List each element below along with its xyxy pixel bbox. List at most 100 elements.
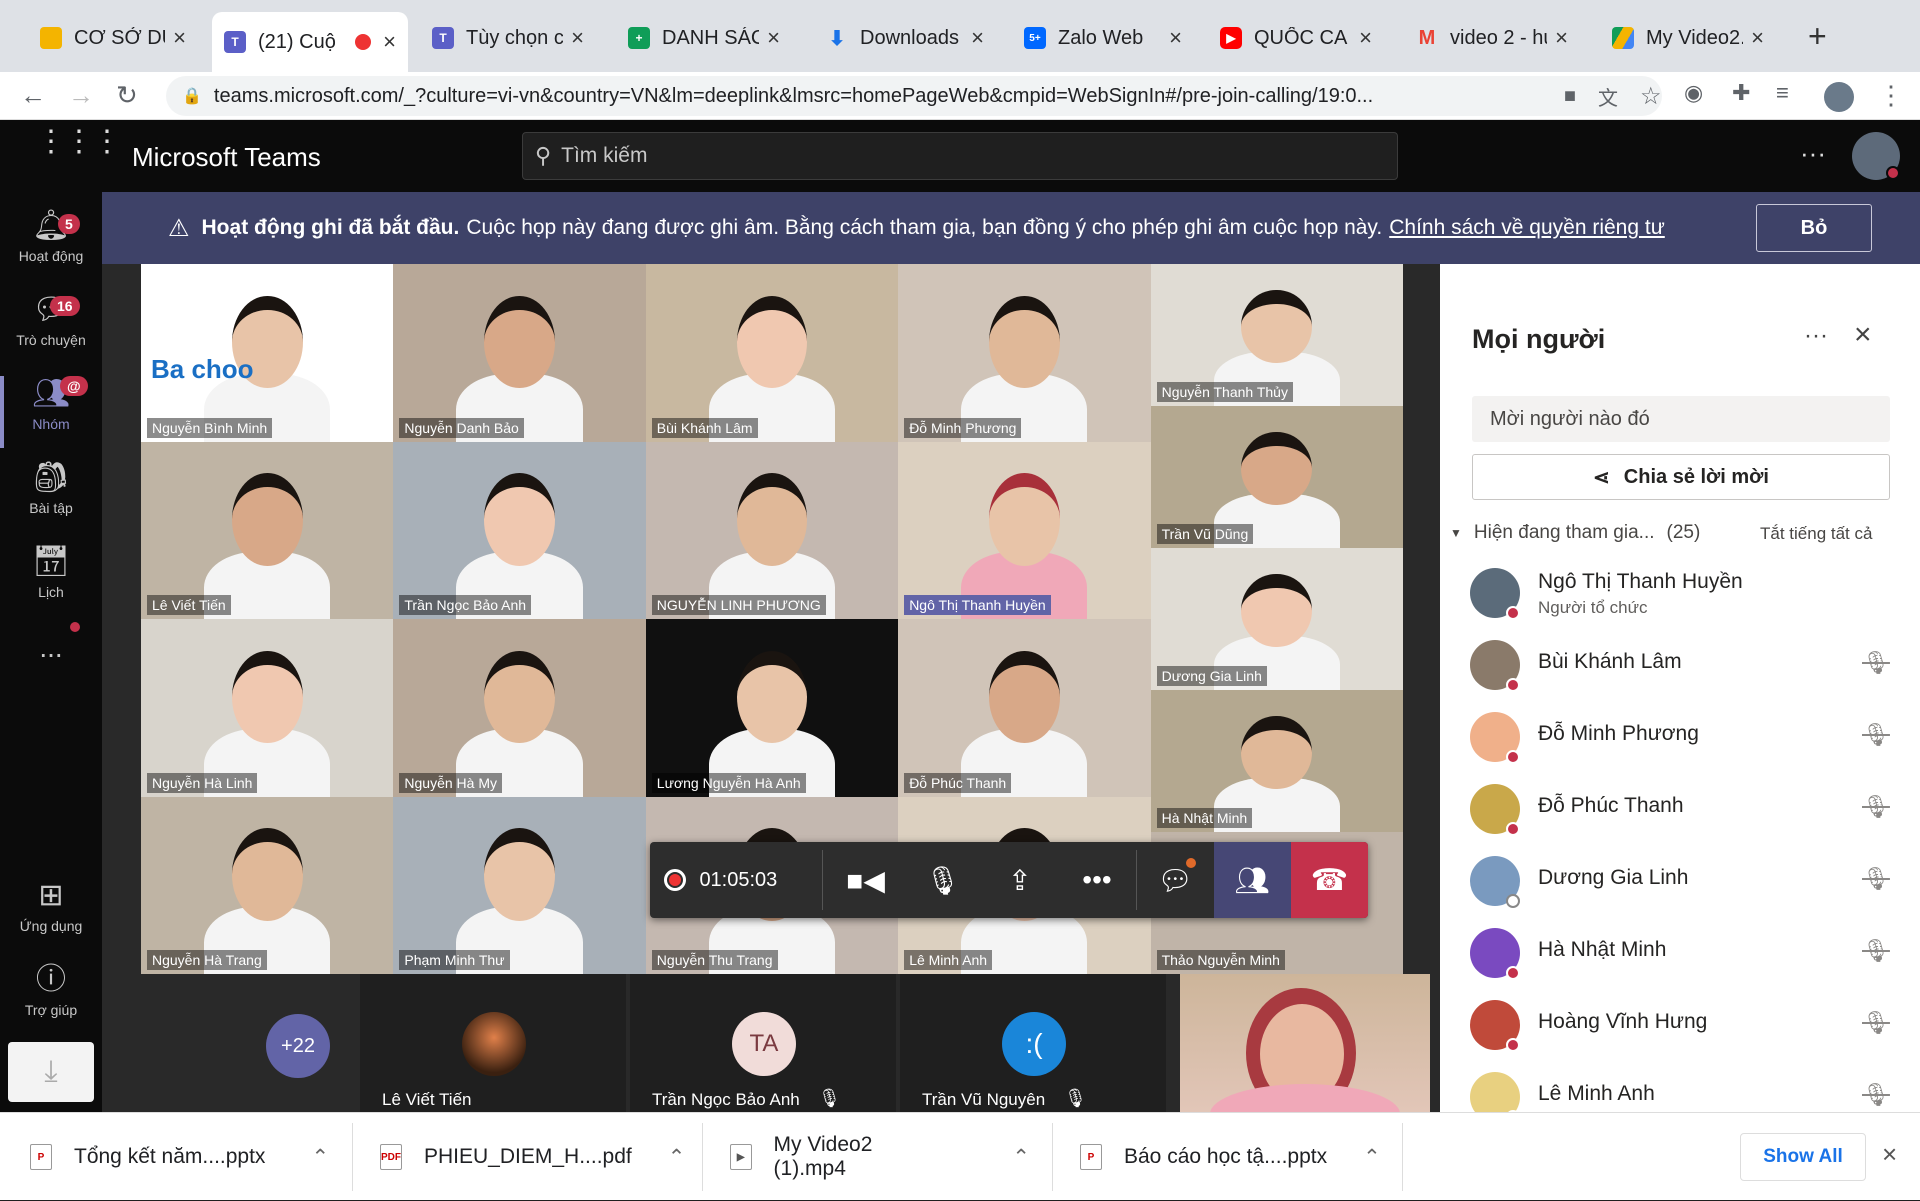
camera-icon[interactable]: ■ [1564,85,1576,108]
chevron-up-icon[interactable]: ⌃ [668,1145,686,1170]
reload-icon[interactable]: ↻ [116,80,138,111]
dismiss-button[interactable]: Bỏ [1756,204,1872,252]
close-icon[interactable]: × [971,25,984,51]
video-tile[interactable]: NGUYỄN LINH PHƯƠNG [645,441,899,619]
video-tile[interactable]: Phạm Minh Thư [393,796,646,974]
download-item[interactable]: ▶ My Video2 (1).mp4 ⌃ [730,1113,1030,1201]
search-input[interactable]: ⚲ Tìm kiếm [522,132,1398,180]
rail-teams[interactable]: 👥︎ Nhóm @ [0,376,102,448]
video-tile[interactable]: Hà Nhật Minh [1150,690,1403,832]
mic-off-icon[interactable]: 🎙︎ [1862,866,1890,892]
close-icon[interactable]: × [1359,25,1372,51]
download-item[interactable]: P Báo cáo học tậ....pptx ⌃ [1080,1113,1400,1201]
mic-off-icon[interactable]: 🎙︎ [1862,722,1890,748]
show-all-button[interactable]: Show All [1740,1133,1866,1181]
bookmark-star-icon[interactable]: ☆ [1640,82,1662,111]
video-tile[interactable]: Trần Vũ Dũng [1150,406,1403,548]
mute-all-link[interactable]: Tắt tiếng tất cả [1760,524,1872,544]
video-tile[interactable]: Trần Ngọc Bảo Anh [393,441,646,619]
extension-icon[interactable]: ◉ [1684,80,1703,106]
close-icon[interactable]: × [571,25,584,51]
download-item[interactable]: P Tổng kết năm....pptx ⌃ [30,1113,330,1201]
invite-input[interactable]: Mời người nào đó [1472,396,1890,442]
download-app-button[interactable]: ⤓ [8,1042,94,1102]
chevron-up-icon[interactable]: ⌃ [311,1145,329,1170]
video-tile[interactable]: Ngô Thị Thanh Huyền [898,441,1151,619]
browser-tab[interactable]: CƠ SỞ DỮ × [28,16,198,60]
mic-toggle[interactable]: 🎙︎ [904,842,981,918]
back-icon[interactable]: ← [20,80,46,111]
app-launcher-icon[interactable]: ⋮⋮⋮ [36,127,122,157]
mic-off-icon[interactable]: 🎙︎ [1862,794,1890,820]
media-icon[interactable]: ≡ [1776,80,1789,106]
close-icon[interactable]: × [767,25,780,51]
video-tile[interactable]: Đỗ Minh Phương [898,264,1151,442]
url-field[interactable]: 🔒 teams.microsoft.com/_?culture=vi-vn&co… [166,76,1662,116]
browser-tab[interactable]: + DANH SÁCH × [616,16,792,60]
camera-toggle[interactable]: ■◀ [827,842,904,918]
close-icon[interactable]: × [1555,25,1568,51]
browser-tab[interactable]: M video 2 - hu × [1404,16,1580,60]
browser-tab[interactable]: ⬇ Downloads × [814,16,996,60]
participants-button[interactable]: 👥︎ [1213,842,1291,918]
participant-row[interactable]: Hà Nhật Minh 🎙︎ [1470,924,1890,982]
rail-chat[interactable]: 💬︎ Trò chuyện 16 [0,292,102,348]
close-icon[interactable]: × [1751,25,1764,51]
profile-avatar[interactable] [1824,82,1854,112]
browser-tab[interactable]: ▶ QUỐC CA × [1208,16,1384,60]
browser-tab-active[interactable]: T (21) Cuộ × [212,12,408,72]
mic-off-icon[interactable]: 🎙︎ [1862,650,1890,676]
participant-tile[interactable]: Lê Viết Tiến [360,974,626,1112]
translate-icon[interactable]: 文 [1598,82,1618,111]
chevron-up-icon[interactable]: ⌃ [1363,1145,1381,1170]
participant-row[interactable]: Ngô Thị Thanh Huyền Người tổ chức [1470,564,1890,622]
share-screen-button[interactable]: ⇪ [981,842,1058,918]
video-tile[interactable]: Nguyễn Hà My [393,619,646,797]
video-tile[interactable]: Bùi Khánh Lâm [645,264,899,442]
rail-activity[interactable]: 🔔︎ Hoạt động 5 [0,208,102,264]
puzzle-icon[interactable]: ✚ [1732,80,1750,106]
rail-assignments[interactable]: 🎒︎ Bài tập [0,460,102,516]
close-icon[interactable]: × [383,29,396,55]
video-tile[interactable]: Ba choo Nguyễn Bình Minh [141,264,394,442]
rail-more[interactable]: ... [0,632,102,664]
browser-tab[interactable]: T Tùy chọn c × [420,16,596,60]
participant-row[interactable]: Bùi Khánh Lâm 🎙︎ [1470,636,1890,694]
participant-tile[interactable]: TA Trần Ngọc Bảo Anh 🎙︎ [630,974,896,1112]
video-tile[interactable]: Lê Viết Tiến [141,441,394,619]
video-tile[interactable]: Nguyễn Thanh Thủy [1150,264,1403,406]
participant-row[interactable]: Đỗ Minh Phương 🎙︎ [1470,708,1890,766]
rail-apps[interactable]: ⊞ Ứng dụng [0,878,102,934]
rail-calendar[interactable]: 📅︎ Lịch [0,544,102,600]
forward-icon[interactable]: → [68,80,94,111]
privacy-link[interactable]: Chính sách về quyền riêng tư [1389,216,1665,240]
video-tile[interactable]: Lương Nguyễn Hà Anh [645,619,899,797]
video-tile[interactable]: Nguyễn Hà Linh [141,619,394,797]
more-options-icon[interactable]: ··· [1800,138,1826,169]
video-tile[interactable]: Dương Gia Linh [1150,548,1403,690]
section-header[interactable]: ▼ Hiện đang tham gia... (25) [1450,522,1700,544]
mic-off-icon[interactable]: 🎙︎ [1862,1082,1890,1108]
new-tab-button[interactable]: + [1808,18,1827,55]
participant-row[interactable]: Hoàng Vĩnh Hưng 🎙︎ [1470,996,1890,1054]
close-icon[interactable]: × [1854,318,1872,352]
rail-help[interactable]: ⓘ Trợ giúp [0,962,102,1018]
close-icon[interactable]: × [1169,25,1182,51]
share-invite-button[interactable]: ⋖ Chia sẻ lời mời [1472,454,1890,500]
chevron-up-icon[interactable]: ⌃ [1012,1145,1030,1170]
download-item[interactable]: PDF PHIEU_DIEM_H....pdf ⌃ [380,1113,685,1201]
mic-off-icon[interactable]: 🎙︎ [1862,1010,1890,1036]
video-tile[interactable]: Nguyễn Hà Trang [141,796,394,974]
more-participants-button[interactable]: +22 [266,1014,330,1078]
close-icon[interactable]: × [173,25,186,51]
more-options-icon[interactable]: ··· [1804,322,1828,350]
video-tile[interactable]: Nguyễn Danh Bảo [393,264,646,442]
menu-kebab-icon[interactable]: ⋮ [1878,80,1904,111]
video-tile[interactable]: Đỗ Phúc Thanh [898,619,1151,797]
browser-tab[interactable]: My Video2. × [1600,16,1776,60]
hang-up-button[interactable]: ☎ [1290,842,1368,918]
close-icon[interactable]: × [1882,1139,1897,1170]
chat-button[interactable]: 💬︎ [1137,842,1214,918]
participant-row[interactable]: Dương Gia Linh 🎙︎ [1470,852,1890,910]
more-actions-button[interactable]: ••• [1058,842,1135,918]
